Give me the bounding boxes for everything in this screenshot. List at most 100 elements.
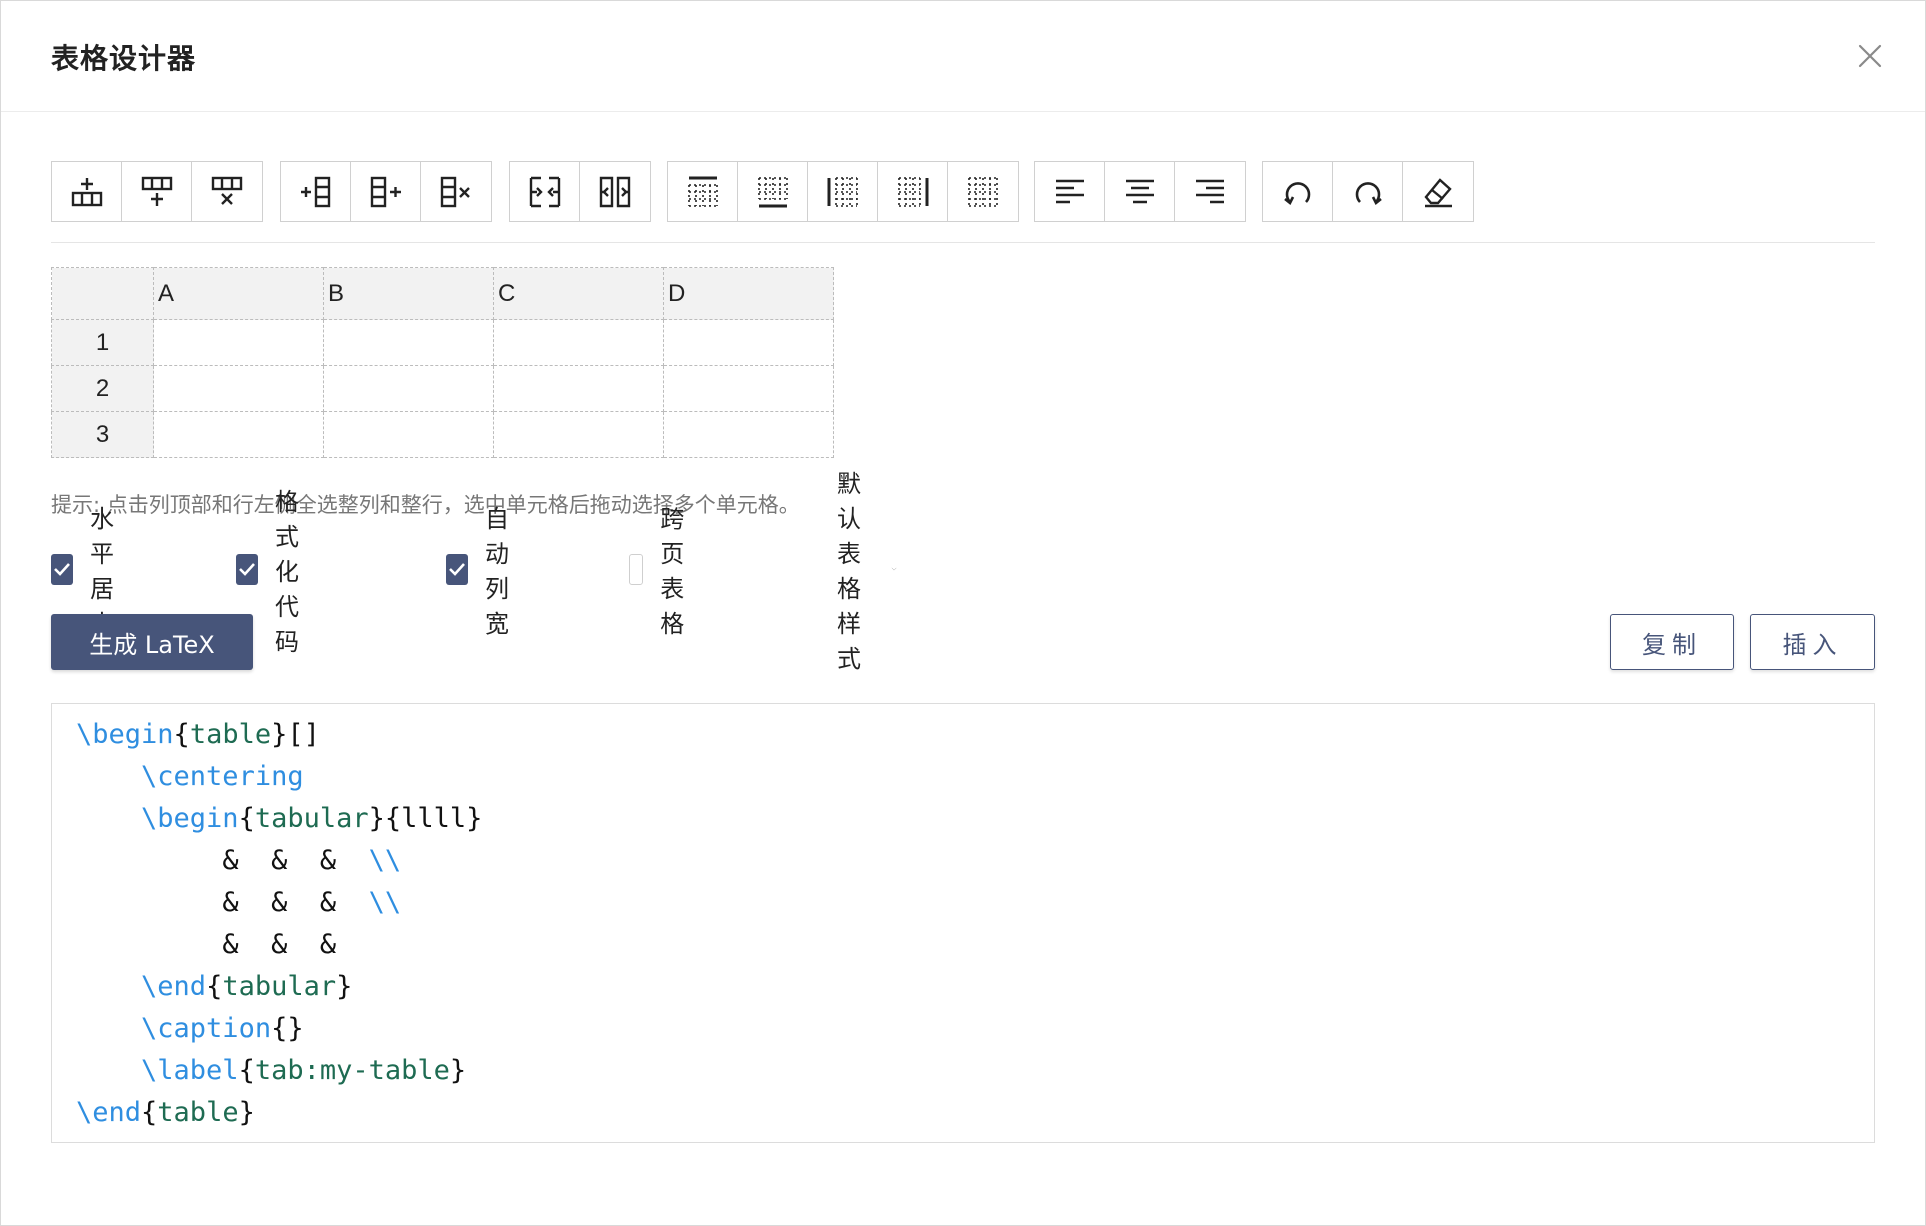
latex-text: { xyxy=(141,1097,158,1128)
table-cell[interactable] xyxy=(323,411,494,458)
latex-text: { xyxy=(206,971,223,1002)
undo-icon[interactable] xyxy=(1263,162,1333,221)
table-cell[interactable] xyxy=(153,365,324,412)
code-line: & & & xyxy=(76,924,1874,966)
latex-text: & & & xyxy=(222,929,337,960)
split-cells-icon[interactable] xyxy=(580,162,650,221)
latex-command: \begin xyxy=(141,803,239,834)
code-line: \end{tabular} xyxy=(76,966,1874,1008)
check-icon xyxy=(54,563,70,576)
code-line: \begin{tabular}{llll} xyxy=(76,798,1874,840)
option-label: 格式化代码 xyxy=(275,487,299,656)
latex-command: \begin xyxy=(76,719,174,750)
latex-text: & & & xyxy=(222,845,369,876)
border-left-icon[interactable] xyxy=(808,162,878,221)
column-header-b[interactable]: B xyxy=(323,267,494,320)
latex-text: } xyxy=(238,1097,255,1128)
latex-argument: tabular xyxy=(254,803,369,834)
insert-button[interactable]: 插入 xyxy=(1750,614,1875,670)
chevron-down-icon xyxy=(891,567,897,571)
merge-cells-icon[interactable] xyxy=(510,162,580,221)
row-header-1[interactable]: 1 xyxy=(51,319,154,366)
table-cell[interactable] xyxy=(493,411,664,458)
insert-row-below-icon[interactable] xyxy=(122,162,192,221)
table-cell[interactable] xyxy=(493,319,664,366)
toolbar-group-merge xyxy=(509,161,651,222)
table-style-select[interactable]: 默认表格样式 xyxy=(837,470,897,673)
delete-col-icon[interactable] xyxy=(421,162,491,221)
option-format-code[interactable]: 格式化代码 xyxy=(236,488,308,656)
latex-text: } xyxy=(449,1055,467,1086)
eraser-icon[interactable] xyxy=(1403,162,1473,221)
option-label: 自动列宽 xyxy=(485,505,509,638)
align-right-icon[interactable] xyxy=(1175,162,1245,221)
table-cell[interactable] xyxy=(493,365,664,412)
table-grid: A B C D 1 2 3 xyxy=(51,267,834,458)
dialog-title: 表格设计器 xyxy=(51,42,197,75)
row-header-3[interactable]: 3 xyxy=(51,411,154,458)
check-icon xyxy=(239,563,255,576)
code-line: & & & \\ xyxy=(76,882,1874,924)
toolbar-group-align xyxy=(1034,161,1246,222)
border-right-icon[interactable] xyxy=(878,162,948,221)
code-line: \end{table} xyxy=(76,1092,1874,1134)
generate-latex-button[interactable]: 生成 LaTeX xyxy=(51,614,253,670)
table-cell[interactable] xyxy=(663,365,834,412)
align-left-icon[interactable] xyxy=(1035,162,1105,221)
code-line: \caption{} xyxy=(76,1008,1874,1050)
copy-button[interactable]: 复制 xyxy=(1610,614,1734,670)
table-cell[interactable] xyxy=(663,411,834,458)
insert-row-above-icon[interactable] xyxy=(52,162,122,221)
option-auto-col-width[interactable]: 自动列宽 xyxy=(446,505,518,638)
latex-code-output[interactable]: \begin{table}[] \centering \begin{tabula… xyxy=(51,703,1875,1143)
checkbox-unchecked[interactable] xyxy=(629,553,644,585)
table-designer-dialog: 表格设计器 A B C D 1 2 3 提示: 点击列顶部和行左侧全选整列和整行… xyxy=(0,0,1926,1226)
close-icon[interactable] xyxy=(1853,39,1887,73)
option-center-horizontal[interactable]: 水平居中 xyxy=(51,505,123,638)
toolbar-group-history xyxy=(1262,161,1474,222)
latex-command: \\ xyxy=(368,887,402,918)
delete-row-icon[interactable] xyxy=(192,162,262,221)
column-header-d[interactable]: D xyxy=(663,267,834,320)
code-line: & & & \\ xyxy=(76,840,1874,882)
redo-icon[interactable] xyxy=(1333,162,1403,221)
code-line: \label{tab:my-table} xyxy=(76,1050,1874,1092)
row-header-2[interactable]: 2 xyxy=(51,365,154,412)
option-label: 跨页表格 xyxy=(660,505,685,638)
checkbox-checked[interactable] xyxy=(236,553,258,585)
latex-text: { xyxy=(238,1055,255,1086)
table-cell[interactable] xyxy=(323,319,494,366)
latex-argument: table xyxy=(157,1097,239,1128)
border-none-icon[interactable] xyxy=(948,162,1018,221)
latex-text: }{llll} xyxy=(368,803,483,834)
border-top-icon[interactable] xyxy=(668,162,738,221)
latex-text: } xyxy=(336,971,353,1002)
table-cell[interactable] xyxy=(323,365,494,412)
table-style-value: 默认表格样式 xyxy=(837,470,861,673)
column-header-c[interactable]: C xyxy=(493,267,664,320)
toolbar-group-borders xyxy=(667,161,1019,222)
latex-argument: table xyxy=(189,719,272,750)
latex-text: { xyxy=(173,719,190,750)
table-cell[interactable] xyxy=(153,319,324,366)
checkbox-checked[interactable] xyxy=(51,553,73,585)
insert-col-right-icon[interactable] xyxy=(351,162,421,221)
code-line: \centering xyxy=(76,756,1874,798)
toolbar-group-rows xyxy=(51,161,263,222)
column-header-a[interactable]: A xyxy=(153,267,324,320)
border-bottom-icon[interactable] xyxy=(738,162,808,221)
insert-col-left-icon[interactable] xyxy=(281,162,351,221)
latex-text: & & & xyxy=(222,887,369,918)
latex-text: {} xyxy=(271,1013,304,1044)
dialog-header: 表格设计器 xyxy=(1,1,1925,112)
option-cross-page-table[interactable]: 跨页表格 xyxy=(629,505,701,638)
checkbox-checked[interactable] xyxy=(446,553,468,585)
latex-command: \end xyxy=(141,971,207,1002)
latex-text: { xyxy=(238,803,255,834)
table-cell[interactable] xyxy=(153,411,324,458)
select-all-corner[interactable] xyxy=(51,267,154,320)
latex-command: \centering xyxy=(141,761,304,792)
table-cell[interactable] xyxy=(663,319,834,366)
code-line: \begin{table}[] xyxy=(76,714,1874,756)
align-center-icon[interactable] xyxy=(1105,162,1175,221)
